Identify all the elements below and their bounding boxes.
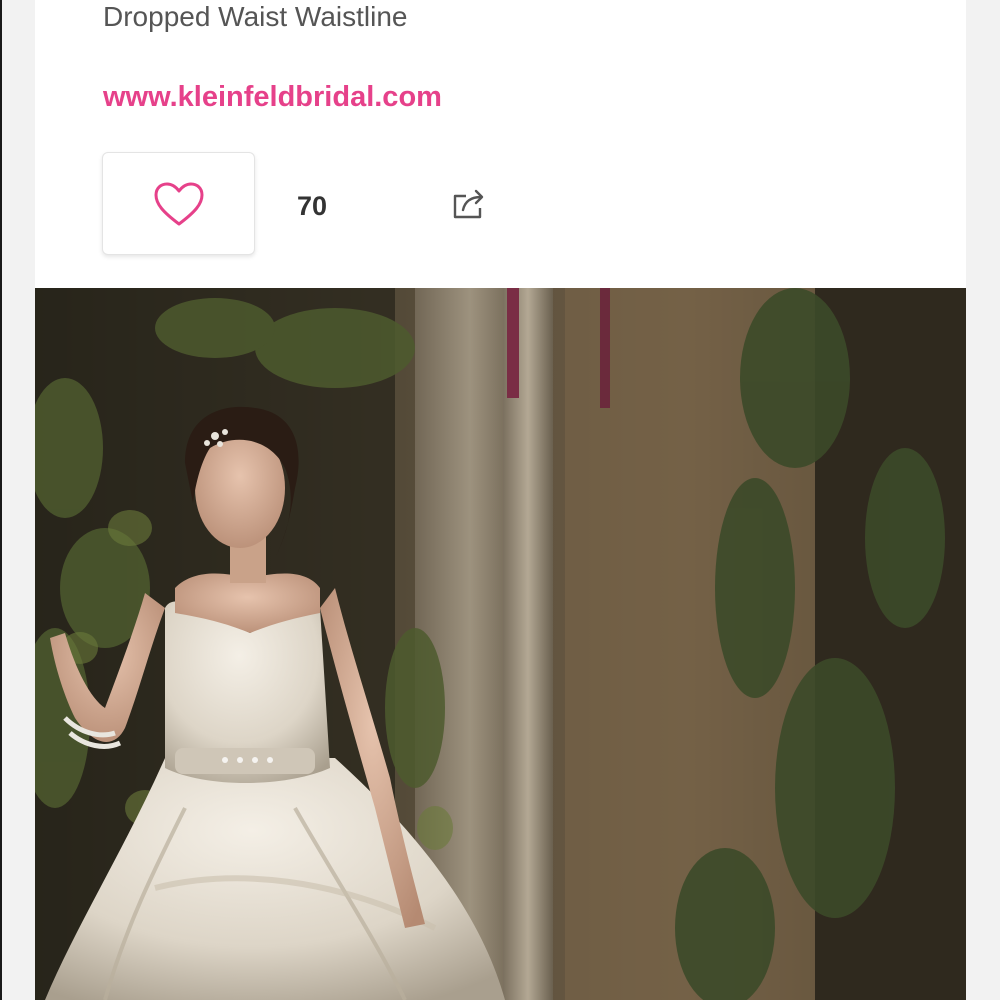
listing-card: Dropped Waist Waistline www.kleinfeldbri… — [35, 0, 966, 1000]
heart-icon — [154, 182, 203, 225]
waistline-text: Dropped Waist Waistline — [103, 1, 408, 32]
dress-photo[interactable] — [35, 288, 966, 1000]
like-count: 70 — [297, 191, 328, 221]
like-button[interactable] — [102, 152, 255, 255]
share-button[interactable] — [449, 184, 489, 224]
window-edge — [0, 0, 2, 1000]
website-link[interactable]: www.kleinfeldbridal.com — [103, 78, 442, 116]
share-icon — [453, 189, 484, 219]
